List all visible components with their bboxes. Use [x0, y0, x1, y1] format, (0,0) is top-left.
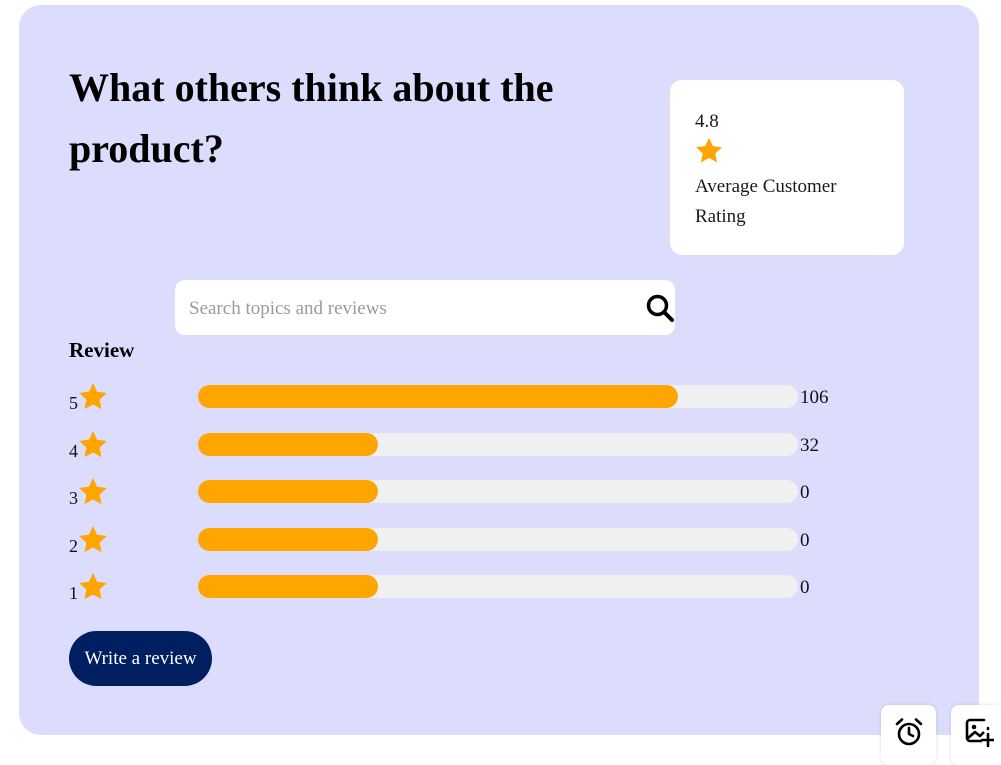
- rating-bar-fill: [198, 433, 378, 456]
- star-icon: [79, 573, 107, 600]
- rating-bar-track: [198, 480, 798, 503]
- search-icon[interactable]: [645, 293, 675, 323]
- add-image-icon: [965, 718, 994, 747]
- rating-bar-fill: [198, 385, 678, 408]
- review-section-label: Review: [69, 338, 135, 362]
- star-icon: [79, 431, 107, 458]
- star-icon: [79, 478, 107, 505]
- average-rating-value: 4.8: [695, 111, 719, 132]
- rating-row-4: 4 32: [69, 429, 889, 469]
- rating-count: 106: [800, 387, 829, 408]
- rating-bar-track: [198, 528, 798, 551]
- star-icon: [79, 526, 107, 553]
- add-image-button[interactable]: [951, 705, 1001, 765]
- rating-bar-fill: [198, 575, 378, 598]
- average-rating-box: 4.8 Average Customer Rating: [670, 80, 904, 255]
- rating-row-5: 5 106: [69, 381, 889, 421]
- page-title: What others think about the product?: [69, 65, 554, 171]
- write-review-button[interactable]: Write a review: [69, 631, 212, 686]
- search-input[interactable]: [187, 280, 631, 337]
- average-rating-caption: Average Customer Rating: [695, 176, 837, 227]
- star-icon: [79, 383, 107, 410]
- rating-bar-track: [198, 575, 798, 598]
- rating-bar-fill: [198, 528, 378, 551]
- rating-bar-fill: [198, 480, 378, 503]
- rating-count: 0: [800, 577, 810, 598]
- rating-count: 0: [800, 530, 810, 551]
- rating-count: 32: [800, 435, 819, 456]
- rating-bar-track: [198, 433, 798, 456]
- reviews-card: What others think about the product? 4.8…: [19, 5, 979, 735]
- alarm-clock-button[interactable]: [881, 705, 936, 765]
- rating-row-3: 3 0: [69, 476, 889, 516]
- rating-bar-track: [198, 385, 798, 408]
- alarm-clock-icon: [895, 718, 923, 746]
- star-icon: [696, 137, 722, 163]
- rating-row-1: 1 0: [69, 571, 889, 611]
- rating-count: 0: [800, 482, 810, 503]
- rating-row-2: 2 0: [69, 524, 889, 564]
- search-box: [175, 280, 675, 337]
